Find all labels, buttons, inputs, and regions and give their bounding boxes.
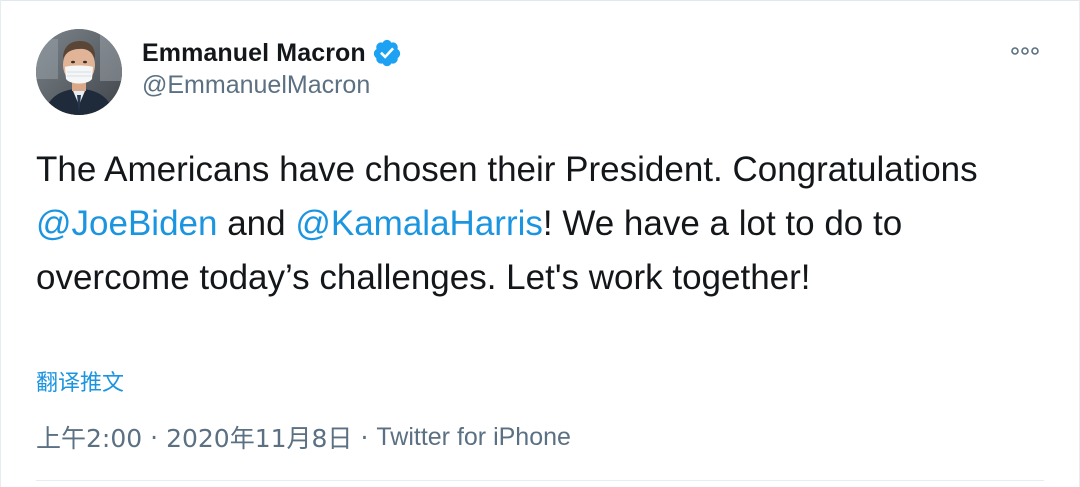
mention-link-kamalaharris[interactable]: @KamalaHarris — [295, 204, 543, 243]
translate-tweet-link[interactable]: 翻译推文 — [36, 365, 124, 397]
more-options-icon[interactable] — [1007, 37, 1043, 65]
author-display-name[interactable]: Emmanuel Macron — [142, 39, 366, 68]
tweet-card: Emmanuel Macron @EmmanuelMacron The Amer… — [0, 0, 1080, 487]
mention-link-joebiden[interactable]: @JoeBiden — [36, 204, 217, 243]
tweet-text: The Americans have chosen their Presiden… — [36, 143, 1036, 305]
tweet-metadata: 上午2:00 · 2020年11月8日 · Twitter for iPhone — [36, 419, 571, 455]
tweet-source[interactable]: Twitter for iPhone — [376, 423, 571, 452]
author-name-row[interactable]: Emmanuel Macron — [142, 33, 402, 73]
author-handle[interactable]: @EmmanuelMacron — [142, 71, 370, 100]
tweet-text-segment: and — [217, 204, 296, 243]
author-avatar[interactable] — [36, 29, 122, 115]
verified-badge-icon — [372, 38, 402, 68]
tweet-text-segment: The Americans have chosen their Presiden… — [36, 150, 978, 189]
meta-separator: · — [360, 422, 369, 452]
tweet-date[interactable]: 2020年11月8日 — [166, 419, 352, 455]
meta-separator: · — [150, 422, 159, 452]
tweet-time[interactable]: 上午2:00 — [36, 419, 142, 455]
divider — [36, 480, 1044, 481]
avatar-image — [36, 29, 122, 115]
